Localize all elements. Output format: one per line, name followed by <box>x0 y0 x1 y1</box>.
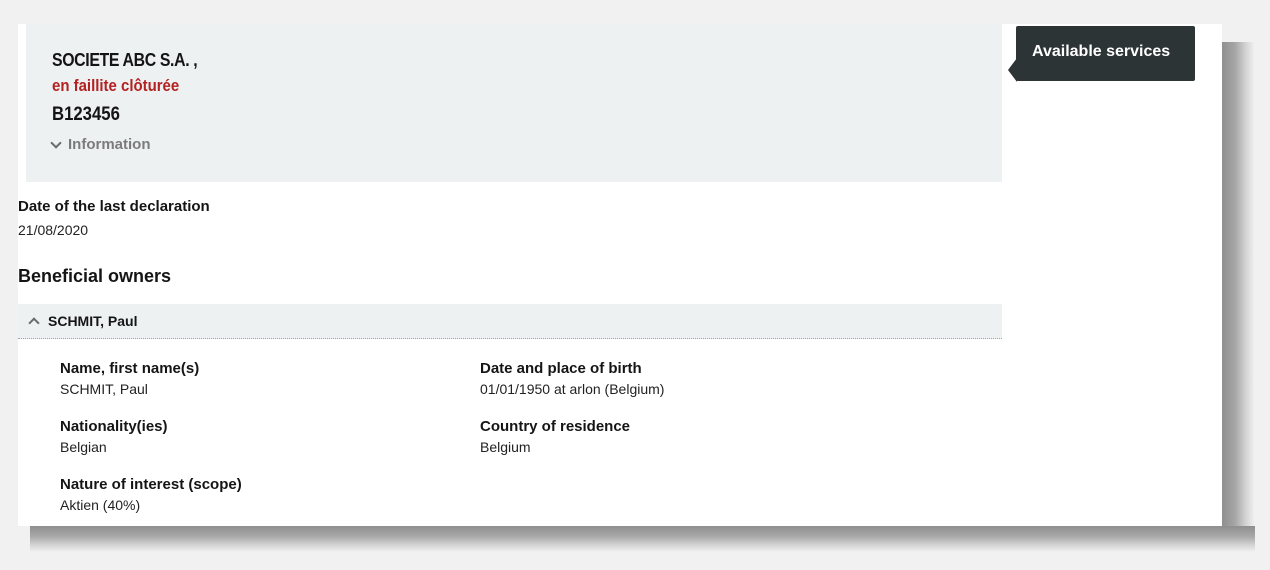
owner-scope-value: Aktien (40%) <box>60 497 141 513</box>
beneficial-owners-title: Beneficial owners <box>18 266 172 286</box>
owner-residence-field: Country of residence Belgium <box>480 418 630 455</box>
owner-residence-value: Belgium <box>480 439 531 455</box>
owner-scope-field: Nature of interest (scope) Aktien (40%) <box>60 476 242 513</box>
information-toggle[interactable]: Information <box>50 136 151 153</box>
owner-name-field: Name, first name(s) SCHMIT, Paul <box>60 360 199 397</box>
company-name: SOCIETE ABC S.A. , <box>52 50 198 70</box>
owner-name-label: Name, first name(s) <box>60 360 200 377</box>
company-status: en faillite clôturée <box>52 76 180 95</box>
card-shadow-right <box>1222 42 1254 542</box>
information-toggle-label: Information <box>68 136 151 153</box>
owner-name-value: SCHMIT, Paul <box>60 381 148 397</box>
owner-scope-label: Nature of interest (scope) <box>60 476 242 493</box>
owner-accordion-header[interactable]: SCHMIT, Paul <box>18 304 1002 339</box>
last-declaration-label: Date of the last declaration <box>18 198 210 215</box>
owner-birth-label: Date and place of birth <box>480 360 642 377</box>
owner-residence-label: Country of residence <box>480 418 631 435</box>
last-declaration-value: 21/08/2020 <box>18 222 89 238</box>
owner-birth-value: 01/01/1950 at arlon (Belgium) <box>480 381 665 397</box>
owner-nationality-label: Nationality(ies) <box>60 418 168 435</box>
owner-nationality-value: Belgian <box>60 439 107 455</box>
owner-birth-field: Date and place of birth 01/01/1950 at ar… <box>480 360 664 397</box>
company-id: B123456 <box>52 104 120 125</box>
company-card: SOCIETE ABC S.A. , en faillite clôturée … <box>18 24 1222 526</box>
card-shadow-bottom <box>30 526 1255 552</box>
owner-nationality-field: Nationality(ies) Belgian <box>60 418 168 455</box>
chevron-down-icon <box>50 136 62 149</box>
chevron-up-icon <box>28 317 40 329</box>
company-header-panel: SOCIETE ABC S.A. , en faillite clôturée … <box>26 24 1002 182</box>
available-services-label: Available services <box>1032 43 1171 60</box>
owner-accordion-label: SCHMIT, Paul <box>48 313 138 329</box>
available-services-button[interactable]: Available services <box>1016 26 1195 81</box>
